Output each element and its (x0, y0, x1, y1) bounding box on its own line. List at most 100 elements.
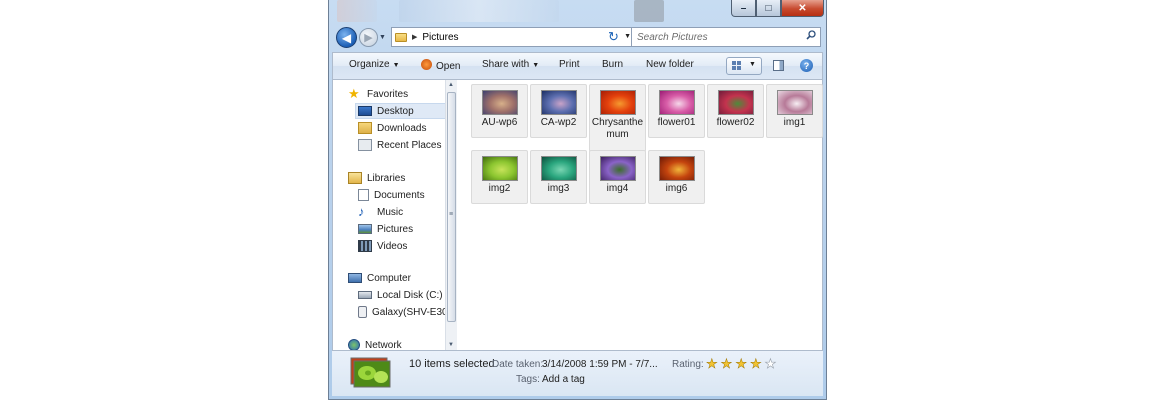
nav-local-disk[interactable]: Local Disk (C:) (358, 287, 443, 303)
share-with-label: Share with (482, 59, 530, 70)
date-taken-value[interactable]: 3/14/2008 1:59 PM - 7/7... (542, 359, 658, 370)
nav-desktop[interactable]: Desktop (355, 103, 447, 119)
view-icon (732, 61, 741, 70)
address-history-dropdown[interactable]: ▼ (624, 33, 631, 40)
nav-downloads[interactable]: Downloads (358, 120, 426, 136)
rating-stars[interactable]: ★ ★ ★ ★ ★ (706, 357, 779, 371)
selection-count: 10 items selected (409, 358, 495, 370)
nav-label: Videos (377, 240, 408, 252)
open-label: Open (436, 61, 461, 72)
image-thumbnail (481, 156, 518, 181)
file-tile[interactable]: img6 (648, 150, 705, 204)
tags-value[interactable]: Add a tag (542, 374, 585, 385)
rating-label: Rating: (672, 359, 704, 370)
search-input[interactable] (637, 31, 797, 43)
scroll-grip-icon: ≡ (449, 211, 454, 218)
navigation-scrollbar[interactable]: ▲ ≡ ▼ (445, 80, 457, 350)
file-tile[interactable]: flower01 (648, 84, 705, 138)
chevron-down-icon: ▼ (749, 61, 756, 68)
rating-star-icon[interactable]: ★ (706, 357, 718, 371)
file-tile[interactable]: flower02 (707, 84, 764, 138)
recent-pages-dropdown[interactable]: ▼ (379, 34, 386, 41)
file-name: img1 (783, 117, 806, 128)
chevron-down-icon: ▼ (532, 62, 540, 69)
file-tile[interactable]: Chrysanthemum (589, 84, 646, 152)
file-name: img2 (488, 183, 511, 194)
breadcrumb-chevron-icon[interactable]: ▶ (412, 33, 417, 41)
rating-star-icon[interactable]: ★ (764, 357, 776, 371)
nav-music[interactable]: ♪ Music (358, 204, 403, 220)
nav-label: Favorites (367, 88, 409, 100)
rating-star-icon[interactable]: ★ (735, 357, 747, 371)
file-name: img3 (547, 183, 570, 194)
navigation-pane: ★ Favorites Desktop Downloads Recent Pla… (332, 80, 447, 350)
desktop-icon (358, 106, 372, 116)
minimize-button[interactable]: – (731, 0, 756, 17)
search-box[interactable] (631, 27, 821, 47)
nav-documents[interactable]: Documents (358, 187, 425, 203)
disk-icon (358, 291, 372, 299)
file-tile[interactable]: img3 (530, 150, 587, 204)
file-tile[interactable]: AU-wp6 (471, 84, 528, 138)
nav-videos[interactable]: Videos (358, 238, 407, 254)
close-button[interactable]: ✕ (781, 0, 824, 17)
image-thumbnail (658, 90, 695, 115)
nav-recent-places[interactable]: Recent Places (358, 137, 441, 153)
preview-pane-button[interactable] (773, 60, 784, 71)
file-name: flower01 (657, 117, 696, 128)
nav-favorites[interactable]: ★ Favorites (348, 86, 408, 102)
music-icon: ♪ (358, 204, 365, 219)
glass-reflection (337, 0, 377, 22)
share-with-button[interactable]: Share with ▼ (482, 59, 539, 70)
rating-star-icon[interactable]: ★ (720, 357, 732, 371)
nav-galaxy-device[interactable]: Galaxy(SHV-E300 (358, 304, 447, 320)
print-button[interactable]: Print (559, 59, 580, 70)
nav-pictures[interactable]: Pictures (358, 221, 413, 237)
network-icon (348, 339, 360, 350)
nav-label: Local Disk (C:) (377, 289, 443, 301)
nav-label: Computer (367, 272, 411, 284)
file-tile[interactable]: CA-wp2 (530, 84, 587, 138)
nav-label: Desktop (377, 105, 414, 117)
file-tile[interactable]: img1 (766, 84, 823, 138)
open-button[interactable]: Open (421, 59, 460, 72)
videos-icon (358, 240, 372, 252)
organize-button[interactable]: Organize ▼ (349, 59, 400, 70)
pictures-icon (358, 224, 372, 234)
change-view-button[interactable]: ▼ (726, 57, 762, 75)
rating-star-icon[interactable]: ★ (750, 357, 762, 371)
file-tile[interactable]: img4 (589, 150, 646, 204)
help-button[interactable]: ? (800, 59, 813, 72)
image-thumbnail (540, 156, 577, 181)
new-folder-button[interactable]: New folder (646, 59, 694, 70)
breadcrumb-pictures[interactable]: Pictures (422, 32, 458, 43)
nav-network[interactable]: Network (348, 337, 402, 350)
file-name: AU-wp6 (481, 117, 518, 128)
open-program-icon (421, 59, 432, 70)
refresh-button[interactable]: ↻ (608, 29, 619, 45)
file-tile[interactable]: img2 (471, 150, 528, 204)
scroll-thumb[interactable]: ≡ (447, 92, 456, 322)
maximize-button[interactable]: □ (756, 0, 781, 17)
nav-label: Music (377, 206, 404, 218)
explorer-window: – □ ✕ ◀ ▶ ▼ ▶ Pictures ▼ ↻ Organize▼ Ope… (328, 0, 827, 400)
forward-button[interactable]: ▶ (359, 28, 378, 47)
search-icon[interactable] (806, 30, 816, 40)
folder-icon (395, 32, 407, 42)
forward-arrow-icon: ▶ (364, 32, 373, 44)
scroll-down-arrow-icon[interactable]: ▼ (448, 342, 454, 348)
scroll-up-arrow-icon[interactable]: ▲ (448, 82, 454, 88)
burn-button[interactable]: Burn (602, 59, 623, 70)
computer-icon (348, 273, 362, 283)
nav-libraries[interactable]: Libraries (348, 170, 405, 186)
image-thumbnail (776, 90, 813, 115)
back-button[interactable]: ◀ (336, 27, 357, 48)
nav-label: Pictures (377, 223, 414, 235)
image-thumbnail (717, 90, 754, 115)
caption-buttons: – □ ✕ (731, 0, 824, 17)
address-bar[interactable]: ▶ Pictures ▼ (391, 27, 636, 47)
organize-label: Organize (349, 59, 390, 70)
file-name: flower02 (716, 117, 755, 128)
nav-computer[interactable]: Computer (348, 270, 411, 286)
image-thumbnail (540, 90, 577, 115)
